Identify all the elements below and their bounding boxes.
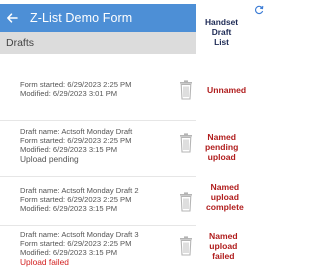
- status-text: Upload failed: [20, 256, 69, 267]
- handset-caption: Handset Draft List: [205, 17, 238, 47]
- caption-line: Handset: [205, 17, 239, 27]
- draft-line: Modified: 6/29/2023 3:15 PM: [20, 204, 118, 214]
- draft-line: Form started: 6/29/2023 2:25 PM: [20, 80, 132, 89]
- delete-button[interactable]: [179, 133, 193, 153]
- caption-line: Draft: [211, 27, 232, 37]
- draft-line: Form started: 6/29/2023 2:25 PM: [20, 136, 132, 146]
- annotation-pending: Named pending upload: [205, 132, 238, 162]
- delete-button[interactable]: [179, 80, 193, 100]
- sync-icon: [254, 5, 264, 15]
- trash-icon: [180, 80, 192, 100]
- annotation-line: complete: [206, 202, 244, 212]
- annotation-line: upload: [207, 152, 236, 162]
- draft-item[interactable]: Form started: 6/29/2023 2:25 PM Modified…: [0, 80, 196, 114]
- divider: [0, 120, 196, 121]
- annotation-line: upload: [210, 192, 239, 202]
- trash-icon: [180, 192, 192, 212]
- draft-name: Draft name: Actsoft Monday Draft 2: [20, 186, 139, 195]
- handset-screen: Z-List Demo Form Drafts Form started: 6/…: [0, 0, 196, 277]
- draft-name: Draft name: Actsoft Monday Draft 3: [20, 230, 139, 239]
- trash-icon: [180, 133, 192, 153]
- annotation-line: Named: [209, 231, 238, 241]
- status-text: Upload pending: [20, 153, 79, 164]
- annotation-complete: Named upload complete: [206, 182, 244, 212]
- app-bar: Z-List Demo Form: [0, 4, 196, 32]
- draft-line: Form started: 6/29/2023 2:25 PM: [20, 195, 132, 205]
- draft-text: Draft name: Actsoft Monday Draft 2 Form …: [20, 186, 139, 214]
- arrow-left-icon: [7, 13, 18, 23]
- caption-line: List: [214, 37, 229, 47]
- draft-item[interactable]: Draft name: Actsoft Monday Draft 2 Form …: [0, 186, 196, 220]
- draft-text: Draft name: Actsoft Monday Draft 3 Form …: [20, 230, 139, 267]
- annotation-line: Named: [210, 182, 240, 192]
- divider: [0, 225, 196, 226]
- annotation-line: Unnamed: [207, 85, 247, 95]
- draft-text: Draft name: Actsoft Monday Draft Form st…: [20, 127, 132, 164]
- draft-name: Draft name: Actsoft Monday Draft: [20, 127, 133, 136]
- annotation-line: pending: [205, 142, 239, 152]
- trash-icon: [180, 236, 192, 256]
- annotation-line: upload: [209, 241, 238, 251]
- delete-button[interactable]: [179, 192, 193, 212]
- section-title: Drafts: [6, 37, 35, 49]
- annotation-line: failed: [212, 251, 235, 261]
- draft-item[interactable]: Draft name: Actsoft Monday Draft 3 Form …: [0, 230, 196, 274]
- app-title: Z-List Demo Form: [30, 11, 133, 25]
- draft-text: Form started: 6/29/2023 2:25 PM Modified…: [20, 80, 131, 98]
- back-button[interactable]: [0, 4, 24, 32]
- draft-item[interactable]: Draft name: Actsoft Monday Draft Form st…: [0, 127, 196, 171]
- draft-line: Modified: 6/29/2023 3:01 PM: [20, 89, 118, 99]
- annotation-unnamed: Unnamed: [207, 85, 246, 95]
- draft-line: Form started: 6/29/2023 2:25 PM: [20, 239, 132, 249]
- delete-button[interactable]: [179, 236, 193, 256]
- annotation-line: Named: [207, 132, 237, 142]
- drafts-section-header: Drafts: [0, 32, 196, 54]
- divider: [0, 176, 196, 177]
- annotation-failed: Named upload failed: [209, 231, 238, 261]
